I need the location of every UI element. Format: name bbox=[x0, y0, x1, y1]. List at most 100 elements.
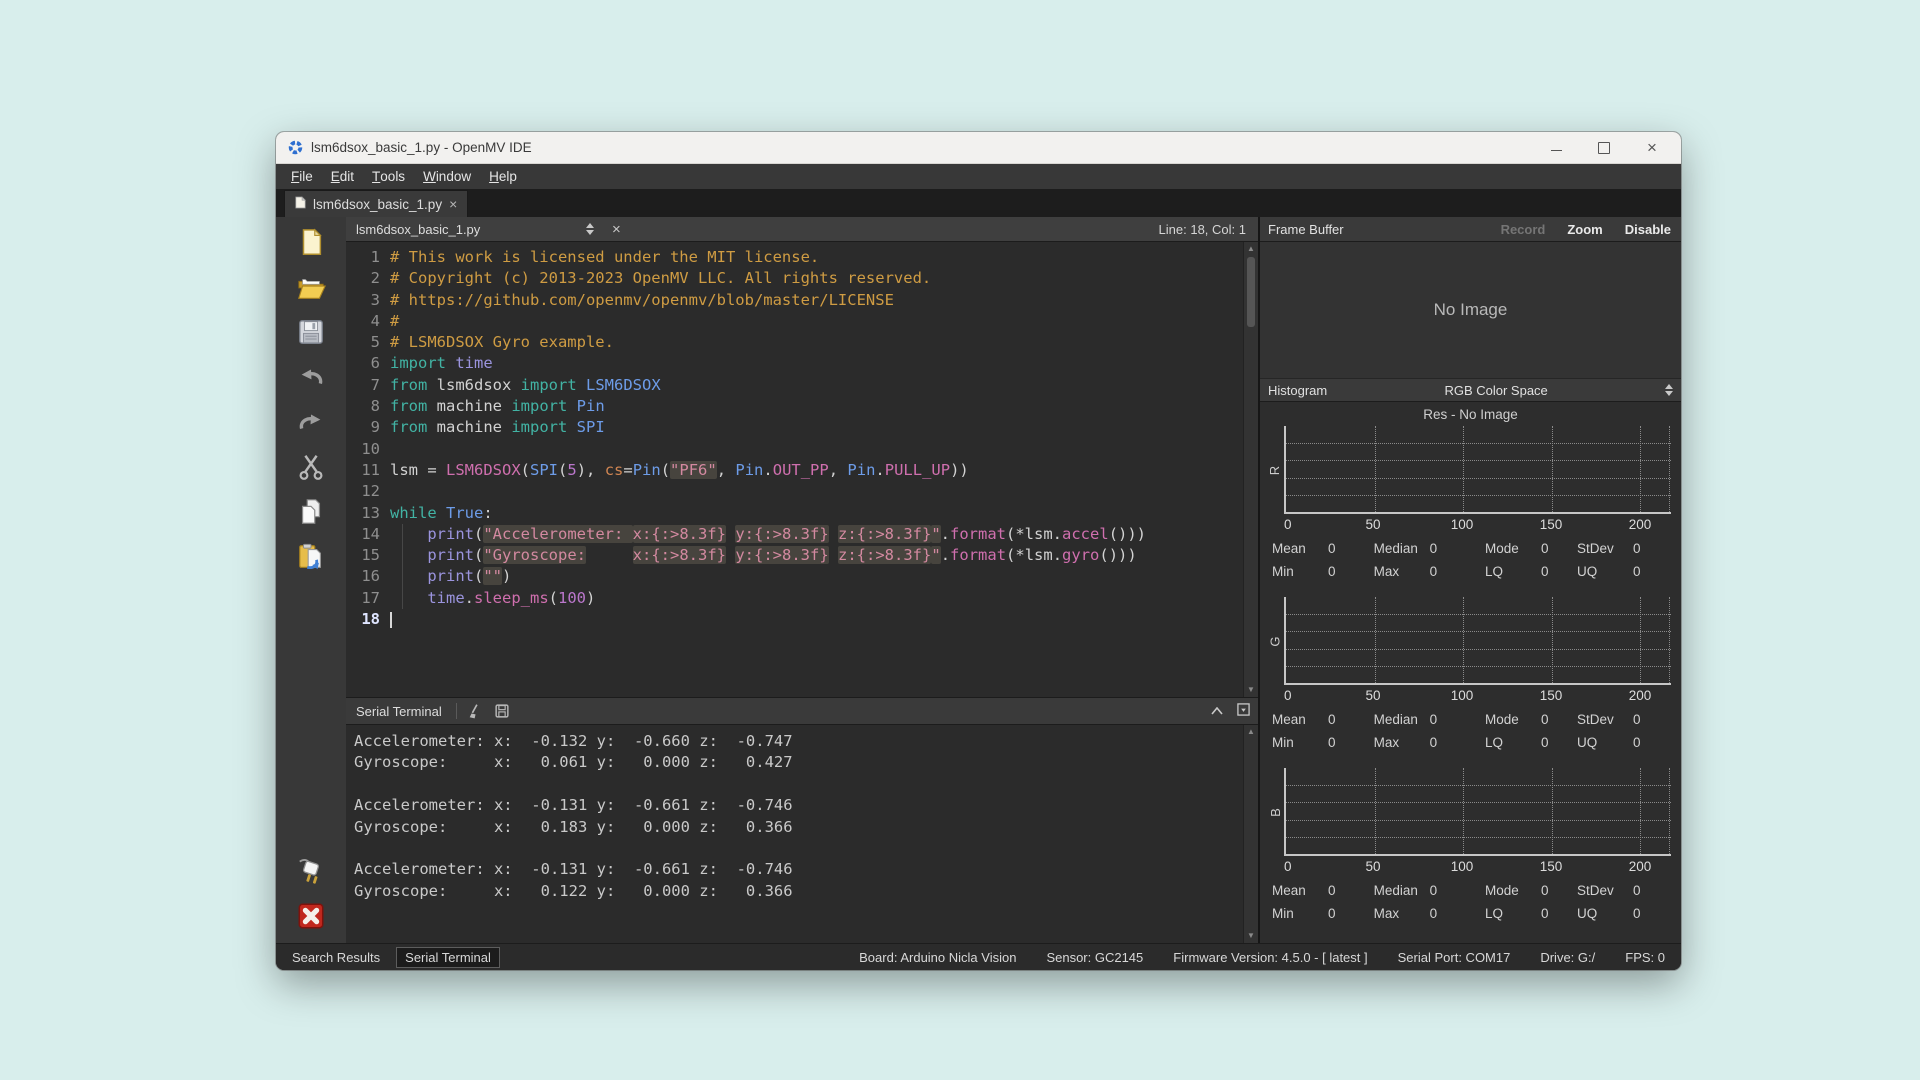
histogram-channel-r: R 0 50 100 150 200 Mean 0 Median 0 Mode 0 StDev 0 Min 0… bbox=[1266, 426, 1671, 597]
editor-close-icon[interactable]: × bbox=[612, 221, 621, 238]
menu-window[interactable]: Window bbox=[414, 164, 480, 189]
stat-max: Max 0 bbox=[1373, 905, 1438, 921]
close-button[interactable]: × bbox=[1645, 139, 1659, 156]
open-file-selector[interactable]: lsm6dsox_basic_1.py bbox=[346, 222, 586, 237]
tab-lsm6dsox-basic-1[interactable]: lsm6dsox_basic_1.py × bbox=[284, 190, 469, 217]
paste-button[interactable] bbox=[294, 540, 328, 574]
cut-button[interactable] bbox=[294, 450, 328, 484]
serial-scroll-down-icon[interactable]: ▼ bbox=[1247, 931, 1255, 941]
status-field: Board: Arduino Nicla Vision bbox=[859, 949, 1017, 965]
title-bar: lsm6dsox_basic_1.py - OpenMV IDE × bbox=[276, 132, 1681, 164]
menu-file[interactable]: File bbox=[282, 164, 322, 189]
status-field: Firmware Version: 4.5.0 - [ latest ] bbox=[1173, 949, 1368, 965]
left-toolbar bbox=[276, 217, 346, 943]
menu-edit[interactable]: Edit bbox=[322, 164, 363, 189]
status-tab-search-results[interactable]: Search Results bbox=[284, 948, 388, 967]
stat-median: Median 0 bbox=[1373, 882, 1438, 898]
save-log-icon[interactable] bbox=[493, 702, 511, 720]
color-space-spinner-icon[interactable] bbox=[1665, 384, 1681, 396]
x-tick: 50 bbox=[1365, 517, 1381, 532]
stat-uq: UQ 0 bbox=[1577, 563, 1641, 579]
x-tick: 200 bbox=[1628, 859, 1652, 874]
undo-button[interactable] bbox=[294, 360, 328, 394]
disable-button[interactable]: Disable bbox=[1625, 222, 1671, 237]
serial-terminal-title: Serial Terminal bbox=[356, 703, 442, 719]
serial-scroll-up-icon[interactable]: ▲ bbox=[1247, 727, 1255, 737]
x-tick: 100 bbox=[1450, 517, 1474, 532]
file-icon bbox=[295, 196, 306, 212]
clear-terminal-icon[interactable] bbox=[467, 702, 485, 720]
stat-min: Min 0 bbox=[1272, 563, 1336, 579]
scrollbar-thumb[interactable] bbox=[1247, 257, 1255, 327]
new-file-icon bbox=[296, 227, 326, 257]
color-space-select[interactable]: RGB Color Space bbox=[1327, 383, 1665, 398]
file-selector-spinner-icon[interactable] bbox=[586, 223, 594, 235]
detach-terminal-icon[interactable] bbox=[1237, 703, 1250, 719]
x-tick: 0 bbox=[1284, 517, 1292, 532]
collapse-terminal-icon[interactable] bbox=[1211, 704, 1223, 718]
stat-mode: Mode 0 bbox=[1485, 711, 1549, 727]
window-title: lsm6dsox_basic_1.py - OpenMV IDE bbox=[311, 140, 532, 155]
serial-scrollbar[interactable]: ▲ ▼ bbox=[1243, 725, 1258, 943]
maximize-button[interactable] bbox=[1597, 141, 1611, 155]
stat-lq: LQ 0 bbox=[1485, 563, 1549, 579]
frame-buffer-panel: Frame Buffer Record Zoom Disable No Imag… bbox=[1258, 217, 1681, 943]
redo-button[interactable] bbox=[294, 405, 328, 439]
copy-button[interactable] bbox=[294, 495, 328, 529]
menu-bar: File Edit Tools Window Help bbox=[276, 164, 1681, 189]
status-bar: Search Results Serial Terminal Board: Ard… bbox=[276, 943, 1681, 970]
scroll-up-icon[interactable]: ▲ bbox=[1247, 244, 1255, 254]
copy-icon bbox=[296, 497, 326, 527]
menu-tools[interactable]: Tools bbox=[363, 164, 414, 189]
code-editor[interactable]: 1 # This work is licensed under the MIT l… bbox=[346, 242, 1243, 697]
editor-header: lsm6dsox_basic_1.py × Line: 18, Col: 1 bbox=[346, 217, 1258, 242]
code-line-14: 14 print("Accelerometer: x:{:>8.3f} y:{:… bbox=[346, 523, 1243, 546]
open-file-button[interactable] bbox=[294, 270, 328, 304]
stat-median: Median 0 bbox=[1373, 711, 1438, 727]
code-line-11: 11 lsm = LSM6DSOX(SPI(5), cs=Pin("PF6", P… bbox=[361, 460, 969, 479]
code-line-18: 18 bbox=[346, 609, 1243, 630]
histogram-resolution: Res - No Image bbox=[1423, 406, 1518, 422]
code-line-7: 7 from lsm6dsox import LSM6DSOX bbox=[370, 375, 661, 394]
frame-buffer-view: No Image bbox=[1260, 242, 1681, 378]
no-image-placeholder: No Image bbox=[1433, 300, 1508, 319]
openmv-app-icon bbox=[288, 140, 303, 155]
connect-button[interactable] bbox=[294, 854, 328, 888]
code-line-3: 3 # https://github.com/openmv/openmv/blob… bbox=[370, 290, 894, 309]
serial-line bbox=[354, 774, 1243, 795]
status-field: Drive: G:/ bbox=[1540, 949, 1596, 965]
record-button[interactable]: Record bbox=[1501, 222, 1546, 237]
serial-line: Gyroscope: x: 0.122 y: 0.000 z: 0.366 bbox=[354, 881, 793, 900]
x-tick: 0 bbox=[1284, 859, 1292, 874]
status-field: Serial Port: COM17 bbox=[1397, 949, 1511, 965]
new-file-button[interactable] bbox=[294, 225, 328, 259]
x-tick: 50 bbox=[1365, 859, 1381, 874]
save-file-button[interactable] bbox=[294, 315, 328, 349]
serial-terminal-output[interactable]: Accelerometer: x: -0.132 y: -0.660 z: -0… bbox=[346, 725, 1243, 943]
code-line-12: 12 bbox=[361, 482, 380, 501]
x-tick: 150 bbox=[1539, 688, 1563, 703]
stat-stdev: StDev 0 bbox=[1577, 882, 1641, 898]
channel-label: R bbox=[1267, 465, 1283, 475]
code-line-16: 16 print("") bbox=[346, 566, 1243, 588]
stat-mode: Mode 0 bbox=[1485, 540, 1549, 556]
tab-close-icon[interactable]: × bbox=[449, 196, 457, 212]
status-tab-serial-terminal[interactable]: Serial Terminal bbox=[396, 946, 500, 968]
x-tick: 100 bbox=[1450, 688, 1474, 703]
zoom-button[interactable]: Zoom bbox=[1567, 222, 1602, 237]
histogram-channel-g: G 0 50 100 150 200 Mean 0 Median 0 Mode 0 StDev 0 Min 0… bbox=[1266, 597, 1671, 768]
tab-bar: lsm6dsox_basic_1.py × bbox=[276, 189, 1681, 217]
menu-help[interactable]: Help bbox=[480, 164, 526, 189]
stat-min: Min 0 bbox=[1272, 734, 1336, 750]
editor-scrollbar[interactable]: ▲ ▼ bbox=[1243, 242, 1258, 697]
code-line-10: 10 bbox=[361, 439, 380, 458]
channel-plot bbox=[1284, 597, 1671, 685]
minimize-button[interactable] bbox=[1549, 141, 1563, 155]
histogram-title: Histogram bbox=[1268, 382, 1328, 398]
code-line-17: 17 time.sleep_ms(100) bbox=[346, 587, 1243, 610]
stat-min: Min 0 bbox=[1272, 905, 1336, 921]
code-line-13: 13 while True: bbox=[361, 503, 493, 522]
disconnect-button[interactable] bbox=[294, 899, 328, 933]
stat-mean: Mean 0 bbox=[1272, 540, 1336, 556]
scroll-down-icon[interactable]: ▼ bbox=[1247, 685, 1255, 695]
